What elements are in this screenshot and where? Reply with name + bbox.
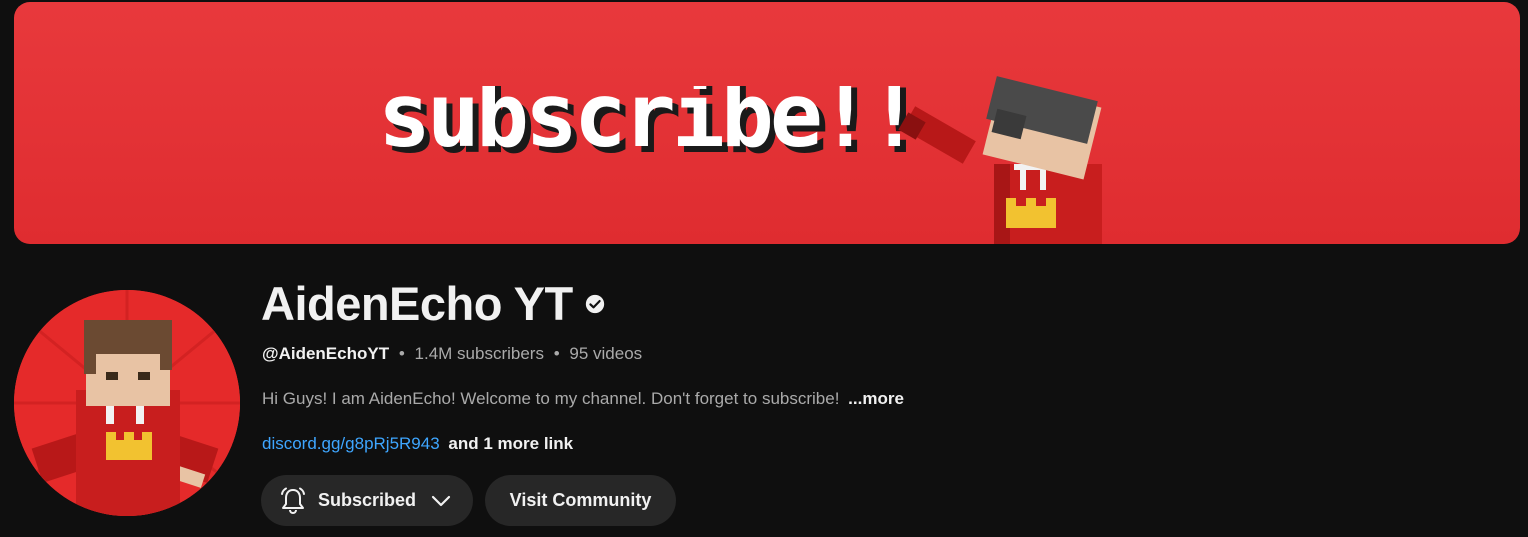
subscribed-button[interactable]: Subscribed: [261, 475, 473, 526]
channel-banner: subscribe!! subscribe!!: [14, 2, 1520, 244]
banner-subscribe-text: subscribe!! subscribe!!: [378, 86, 910, 173]
verified-check-icon: [585, 294, 604, 313]
more-links-button[interactable]: and 1 more link: [448, 434, 573, 453]
banner-character-illustration: [898, 76, 1102, 244]
bell-icon: [281, 487, 305, 514]
subscribed-button-label: Subscribed: [318, 490, 417, 510]
channel-name-row: AidenEcho YT: [261, 276, 605, 331]
visit-community-button[interactable]: Visit Community: [485, 475, 676, 526]
chevron-down-icon: [431, 495, 451, 506]
description-text: Hi Guys! I am AidenEcho! Welcome to my c…: [262, 389, 840, 408]
meta-separator: •: [553, 344, 560, 363]
discord-link[interactable]: discord.gg/g8pRj5R943: [262, 434, 440, 453]
video-count: 95 videos: [569, 344, 643, 363]
visit-community-label: Visit Community: [509, 490, 652, 510]
channel-links: discord.gg/g8pRj5R943 and 1 more link: [262, 434, 573, 454]
channel-description[interactable]: Hi Guys! I am AidenEcho! Welcome to my c…: [262, 389, 904, 409]
description-more-button[interactable]: ...more: [848, 389, 904, 408]
channel-name: AidenEcho YT: [261, 277, 573, 330]
subscriber-count: 1.4M subscribers: [414, 344, 544, 363]
channel-handle: @AidenEchoYT: [262, 344, 390, 363]
channel-avatar[interactable]: [14, 290, 240, 516]
meta-separator: •: [398, 344, 405, 363]
svg-text:subscribe!!: subscribe!!: [378, 86, 910, 167]
channel-meta: @AidenEchoYT • 1.4M subscribers • 95 vid…: [262, 344, 642, 364]
avatar-character-illustration: [14, 290, 240, 516]
